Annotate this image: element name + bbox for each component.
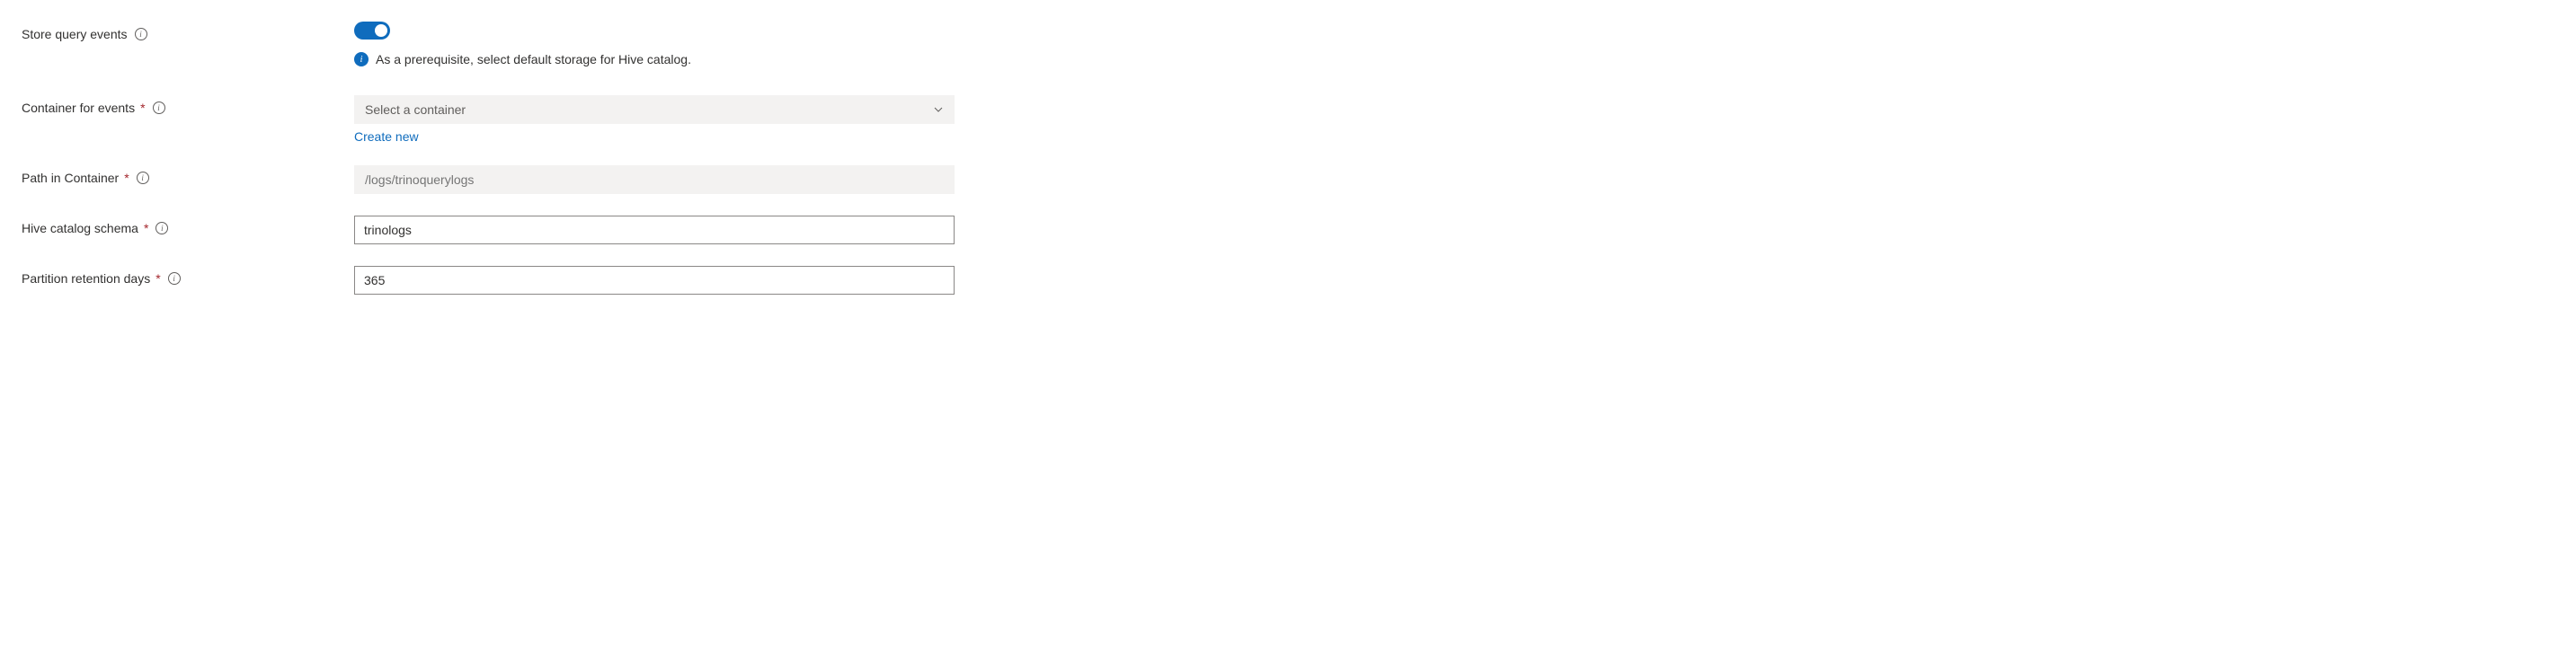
info-icon[interactable]: i — [135, 28, 147, 40]
path-in-container-input — [354, 165, 955, 194]
container-select[interactable]: Select a container — [354, 95, 955, 124]
required-marker: * — [124, 171, 129, 185]
store-query-events-label: Store query events — [22, 27, 128, 41]
hive-catalog-schema-label: Hive catalog schema — [22, 221, 138, 235]
required-marker: * — [140, 101, 145, 115]
toggle-knob — [375, 24, 387, 37]
partition-retention-days-input[interactable] — [354, 266, 955, 295]
chevron-down-icon — [933, 104, 944, 115]
prerequisite-banner: i As a prerequisite, select default stor… — [354, 52, 955, 66]
container-for-events-label: Container for events — [22, 101, 135, 115]
info-filled-icon: i — [354, 52, 369, 66]
path-in-container-label: Path in Container — [22, 171, 119, 185]
partition-retention-days-label: Partition retention days — [22, 271, 150, 286]
hive-catalog-schema-input[interactable] — [354, 216, 955, 244]
prerequisite-text: As a prerequisite, select default storag… — [376, 52, 691, 66]
info-icon[interactable]: i — [155, 222, 168, 234]
required-marker: * — [155, 271, 160, 286]
info-icon[interactable]: i — [153, 102, 165, 114]
required-marker: * — [144, 221, 148, 235]
container-select-placeholder: Select a container — [365, 102, 466, 117]
store-query-events-toggle[interactable] — [354, 22, 390, 40]
info-icon[interactable]: i — [168, 272, 181, 285]
create-new-link[interactable]: Create new — [354, 129, 419, 144]
info-icon[interactable]: i — [137, 172, 149, 184]
